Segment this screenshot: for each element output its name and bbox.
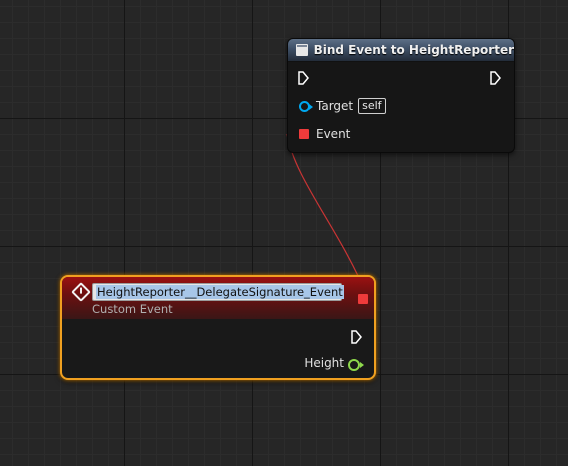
custom-event-node[interactable]: HeightReporter__DelegateSignature_Event … xyxy=(60,275,376,380)
height-float-pin-icon[interactable] xyxy=(348,359,364,371)
event-name-input[interactable]: HeightReporter__DelegateSignature_Event xyxy=(92,283,344,301)
target-pin-icon[interactable] xyxy=(299,100,313,112)
event-label: Event xyxy=(316,127,351,141)
exec-out-pin-icon[interactable] xyxy=(351,330,362,344)
exec-in-pin-icon[interactable] xyxy=(298,71,309,85)
bind-event-header[interactable]: Bind Event to HeightReporter xyxy=(288,39,514,62)
event-icon xyxy=(71,282,91,302)
event-row: Event xyxy=(299,127,350,141)
function-icon xyxy=(296,44,308,56)
bind-event-title: Bind Event to HeightReporter xyxy=(313,43,514,57)
event-name-text: HeightReporter__DelegateSignature_Event xyxy=(96,285,344,299)
exec-out-pin-icon[interactable] xyxy=(490,71,501,85)
bind-event-node[interactable]: Bind Event to HeightReporter Target self… xyxy=(287,38,515,153)
height-output-label: Height xyxy=(304,356,344,370)
output-delegate-pin-icon[interactable] xyxy=(358,294,368,304)
target-row: Target self xyxy=(299,98,386,114)
target-self-field[interactable]: self xyxy=(358,98,386,114)
custom-event-header[interactable]: HeightReporter__DelegateSignature_Event … xyxy=(62,277,374,319)
event-subtitle: Custom Event xyxy=(92,302,173,316)
target-label: Target xyxy=(316,99,354,113)
event-delegate-pin-icon[interactable] xyxy=(299,129,309,139)
